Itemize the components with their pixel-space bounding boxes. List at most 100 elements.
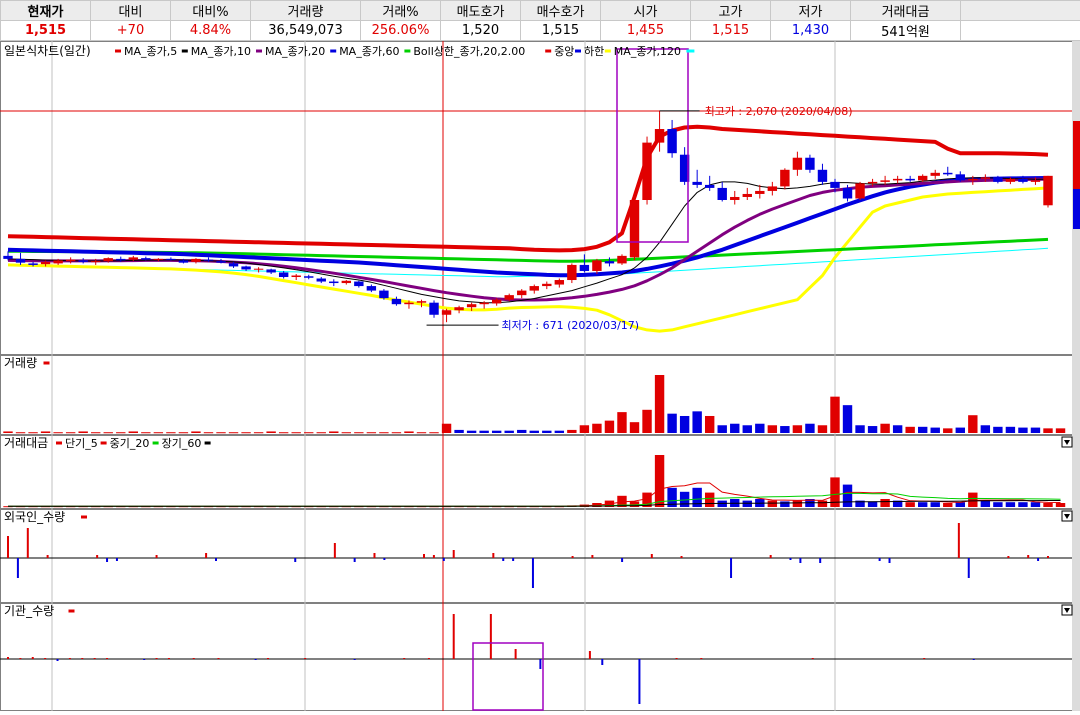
candle-body — [467, 304, 476, 307]
candle-body — [442, 310, 451, 315]
candle-body — [567, 265, 576, 280]
panel-2-bar — [705, 493, 714, 507]
candle-body — [918, 176, 927, 181]
panel-2-bar — [905, 502, 914, 507]
candle-body — [692, 182, 701, 185]
panel-2-bar — [1006, 502, 1015, 507]
candle-body — [956, 174, 965, 180]
high-annotation-label: 최고가 : 2,070 (2020/04/08) — [705, 105, 853, 118]
panel-2-bar — [981, 501, 990, 507]
candle-body — [91, 261, 100, 262]
candle-body — [66, 260, 75, 262]
panel-1-bar — [993, 427, 1002, 433]
candle-body — [818, 170, 827, 182]
panel-1-bar — [154, 432, 163, 433]
candle-body — [1018, 179, 1027, 182]
quote-value-2: 4.84% — [171, 21, 251, 41]
panel-1-bar — [229, 432, 238, 433]
candle-body — [116, 259, 125, 261]
candle-body — [179, 260, 188, 262]
quote-header-1: 대비 — [91, 1, 171, 21]
panel-1-bar — [855, 425, 864, 433]
quote-value-4: 256.06% — [361, 21, 441, 41]
panel-1-bar — [805, 424, 814, 433]
panel-1-bar — [931, 428, 940, 433]
candle-body — [191, 259, 200, 262]
panel-1-bar — [392, 432, 401, 433]
candle-body — [479, 303, 488, 305]
candle-body — [204, 260, 213, 261]
panel-1-bar — [1043, 428, 1052, 433]
quote-value-5: 1,520 — [441, 21, 521, 41]
panel-1-bar — [818, 425, 827, 433]
candle-body — [793, 158, 802, 170]
panel-2-bar — [880, 499, 889, 507]
panel-frame-4 — [1, 604, 1073, 711]
quote-value-7: 1,455 — [601, 21, 691, 41]
panel-1-bar — [317, 432, 326, 433]
candle-body — [893, 179, 902, 181]
panel-1-bar — [241, 432, 250, 433]
quote-header-0: 현재가 — [1, 1, 91, 21]
candle-body — [304, 276, 313, 278]
panel-1-bar — [91, 432, 100, 433]
chart-area[interactable]: 일본식차트(일간)MA_종가,5MA_종가,10MA_종가,20MA_종가,60… — [0, 41, 1080, 711]
candle-body — [141, 258, 150, 260]
candle-body — [78, 260, 87, 262]
panel-1-bar — [617, 412, 626, 433]
candle-body — [667, 129, 676, 153]
candle-body — [730, 197, 739, 200]
candle-body — [880, 180, 889, 182]
quote-header-8: 고가 — [691, 1, 771, 21]
panel-1-bar — [129, 431, 138, 433]
panel-1-bar — [1018, 428, 1027, 433]
quote-header-4: 거래% — [361, 1, 441, 21]
candle-body — [530, 286, 539, 291]
candle-body — [342, 281, 351, 283]
scale-marker-blue — [1073, 189, 1080, 229]
panel-1-bar — [905, 427, 914, 433]
candle-body — [291, 276, 300, 278]
legend-label-2: MA_종가,20 — [265, 45, 325, 58]
candle-body — [743, 194, 752, 197]
candle-body — [630, 200, 639, 257]
panel-1-bar — [880, 424, 889, 433]
panel-1-bar — [329, 431, 338, 433]
panel-2-legend-label-2: 장기_60 — [162, 437, 202, 450]
panel-1-bar — [981, 425, 990, 433]
stock-chart[interactable]: 일본식차트(일간)MA_종가,5MA_종가,10MA_종가,20MA_종가,60… — [0, 41, 1080, 711]
panel-1-bar — [479, 431, 488, 433]
panel-2-bar — [843, 485, 852, 507]
candle-body — [1043, 176, 1052, 205]
panel-1-bar — [291, 432, 300, 433]
panel-1-bar — [692, 411, 701, 433]
quote-header-5: 매도호가 — [441, 1, 521, 21]
panel-1-bar — [492, 431, 501, 433]
candle-body — [931, 173, 940, 176]
legend-label-1: MA_종가,10 — [191, 45, 251, 58]
candle-body — [266, 269, 275, 272]
candle-body — [981, 177, 990, 179]
quote-header-row: 현재가대비대비%거래량거래%매도호가매수호가시가고가저가거래대금 — [1, 1, 1080, 21]
panel-1-bar — [442, 424, 451, 433]
panel-1-bar — [28, 432, 37, 433]
panel-1-bar — [655, 375, 664, 433]
candle-body — [392, 299, 401, 304]
panel-1-bar — [555, 431, 564, 433]
candle-body — [454, 307, 463, 310]
panel-2-bar — [743, 501, 752, 507]
candle-body — [229, 263, 238, 266]
panel-1-bar — [166, 432, 175, 433]
candle-body — [1031, 180, 1040, 182]
panel-2-bar — [1018, 502, 1027, 507]
panel-1-bar — [830, 397, 839, 433]
quote-value-3: 36,549,073 — [251, 21, 361, 41]
panel-1-bar — [141, 432, 150, 433]
panel-1-bar — [505, 431, 514, 433]
candle-body — [41, 262, 50, 264]
quote-header-6: 매수호가 — [521, 1, 601, 21]
candle-body — [830, 182, 839, 188]
candle-body — [28, 263, 37, 265]
candle-body — [166, 259, 175, 260]
panel-1-bar — [204, 432, 213, 433]
